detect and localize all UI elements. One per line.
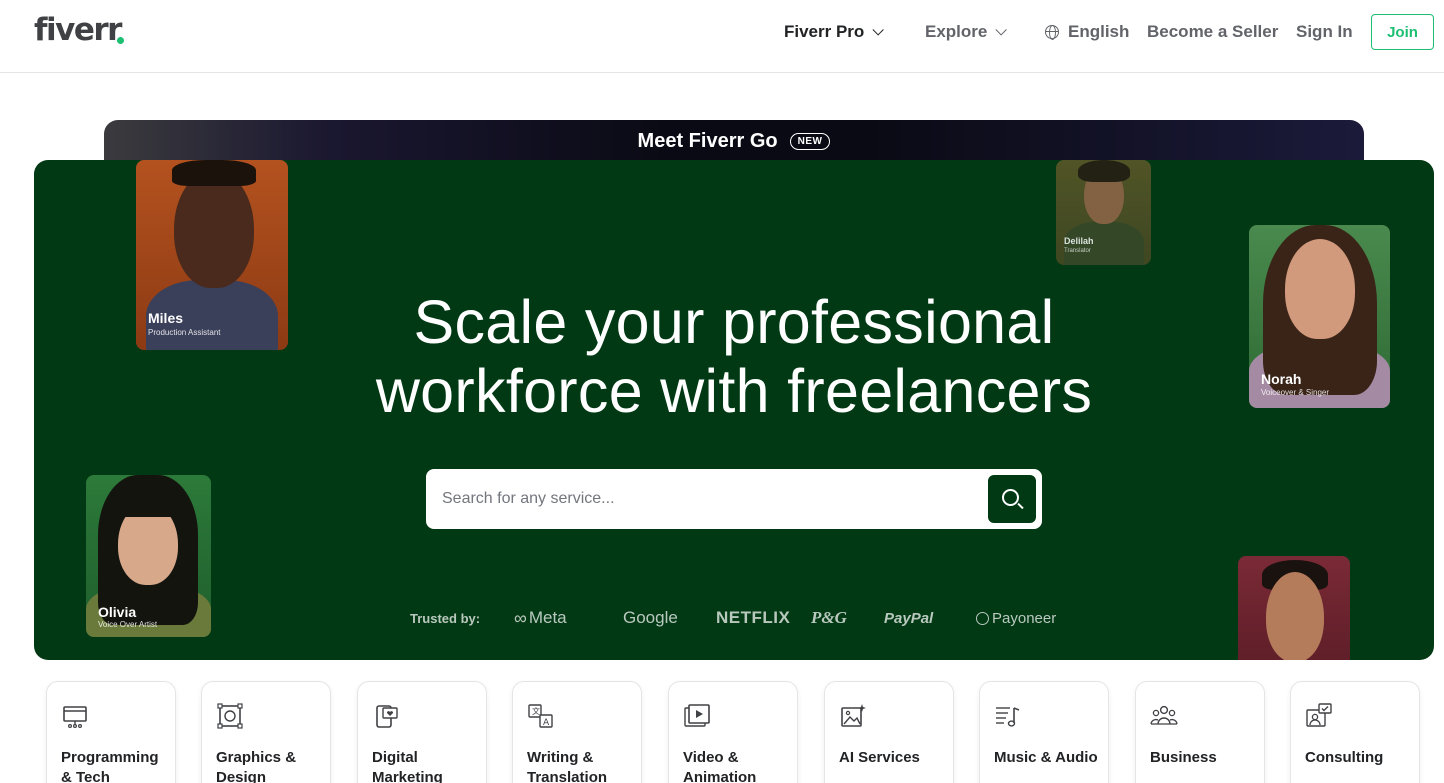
nav-sign-in[interactable]: Sign In xyxy=(1296,21,1353,43)
brand-google-label: Google xyxy=(623,608,678,627)
freelancer-role: Translator xyxy=(1064,248,1091,254)
search-input[interactable] xyxy=(442,479,962,519)
translate-icon: 文 A xyxy=(528,704,553,728)
nav-language-label: English xyxy=(1068,22,1130,41)
brand-netflix-label: NETFLIX xyxy=(716,608,791,627)
phone-heart-icon xyxy=(376,705,398,728)
people-group-icon xyxy=(1150,705,1178,725)
person-hair xyxy=(172,160,256,186)
video-play-icon xyxy=(684,704,710,727)
monitor-icon xyxy=(63,706,87,729)
hero-title: Scale your professional workforce with f… xyxy=(34,288,1434,426)
svg-text:A: A xyxy=(543,718,550,728)
category-label: Writing & Translation xyxy=(527,749,608,783)
category-consulting[interactable]: Consulting xyxy=(1290,681,1420,783)
brand-paypal-label: PayPal xyxy=(884,609,934,627)
logo-dot xyxy=(117,37,124,44)
new-badge: NEW xyxy=(789,133,831,150)
search-bar xyxy=(426,469,1042,529)
category-digital-marketing[interactable]: Digital Marketing xyxy=(357,681,487,783)
chevron-down-icon xyxy=(995,24,1008,36)
category-label: AI Services xyxy=(839,749,920,766)
category-video-animation[interactable]: Video & Animation xyxy=(668,681,798,783)
brand-payoneer-label: Payoneer xyxy=(992,609,1057,627)
fiverr-logo[interactable]: fiverr xyxy=(34,12,122,48)
category-programming-tech[interactable]: Programming & Tech xyxy=(46,681,176,783)
category-label: Digital Marketing xyxy=(372,749,443,783)
nav-sign-in-label: Sign In xyxy=(1296,22,1353,41)
ai-image-icon xyxy=(841,704,866,727)
brand-paypal: PayPal xyxy=(884,606,933,630)
person-face xyxy=(1266,572,1324,660)
search-icon xyxy=(1002,489,1019,506)
brand-payoneer: Payoneer xyxy=(976,606,1056,630)
category-music-audio[interactable]: Music & Audio xyxy=(979,681,1109,783)
hero-section: Miles Production Assistant Delilah Trans… xyxy=(34,160,1434,660)
person-bangs xyxy=(112,495,184,517)
category-graphics-design[interactable]: Graphics & Design xyxy=(201,681,331,783)
brand-meta-label: Meta xyxy=(528,608,567,627)
freelancer-card-partial xyxy=(1238,556,1350,660)
brand-pg-label: P&G xyxy=(811,608,847,627)
freelancer-name: Olivia xyxy=(98,604,137,620)
search-button[interactable] xyxy=(988,475,1036,523)
hero-title-line-1: Scale your professional xyxy=(413,288,1055,356)
fiverr-go-content: Meet Fiverr Go NEW xyxy=(104,130,1364,153)
freelancer-name: Delilah xyxy=(1064,236,1094,246)
payoneer-logo-icon xyxy=(976,611,989,625)
chevron-down-icon xyxy=(872,24,885,36)
freelancer-card-olivia: Olivia Voice Over Artist xyxy=(86,475,211,637)
category-label: Business xyxy=(1150,749,1217,766)
fiverr-homepage: fiverr Fiverr Pro Explore English Become… xyxy=(0,0,1444,783)
person-hair xyxy=(1078,160,1130,182)
design-frame-icon xyxy=(217,703,243,729)
trusted-by-label-wrap: Trusted by: xyxy=(410,606,480,630)
top-navbar: fiverr Fiverr Pro Explore English Become… xyxy=(0,0,1444,73)
category-ai-services[interactable]: AI Services xyxy=(824,681,954,783)
nav-language[interactable]: English xyxy=(1045,21,1129,43)
nav-fiverr-pro[interactable]: Fiverr Pro xyxy=(784,21,885,43)
nav-become-seller-label: Become a Seller xyxy=(1147,22,1279,41)
category-writing-translation[interactable]: 文 A Writing & Translation xyxy=(512,681,642,783)
nav-explore-label: Explore xyxy=(925,22,988,41)
svg-text:文: 文 xyxy=(532,706,540,716)
brand-google: Google xyxy=(623,606,678,630)
person-face xyxy=(174,170,254,288)
join-button[interactable]: Join xyxy=(1371,14,1434,50)
category-label: Graphics & Design xyxy=(216,749,297,783)
freelancer-role: Voice Over Artist xyxy=(98,620,158,629)
brand-meta: ∞ Meta xyxy=(514,606,567,630)
freelancer-card-delilah: Delilah Translator xyxy=(1056,160,1151,265)
brand-pg: P&G xyxy=(811,606,847,630)
nav-become-seller[interactable]: Become a Seller xyxy=(1147,21,1278,43)
category-row: Programming & Tech Graphics & Design Dig… xyxy=(46,681,1426,783)
trusted-by-label: Trusted by: xyxy=(410,610,481,626)
category-label: Programming & Tech xyxy=(61,749,159,783)
music-note-icon xyxy=(996,707,1020,727)
nav-fiverr-pro-label: Fiverr Pro xyxy=(784,22,865,41)
meta-logo-icon: ∞ xyxy=(514,607,527,628)
brand-netflix: NETFLIX xyxy=(716,606,790,630)
category-label: Music & Audio xyxy=(994,749,1098,766)
nav-explore[interactable]: Explore xyxy=(925,21,1008,43)
category-label: Consulting xyxy=(1305,749,1384,766)
category-business[interactable]: Business xyxy=(1135,681,1265,783)
consulting-icon xyxy=(1306,703,1332,727)
hero-title-line-2: workforce with freelancers xyxy=(375,357,1093,425)
fiverr-go-text: Meet Fiverr Go xyxy=(637,130,778,152)
globe-icon xyxy=(1045,25,1059,40)
category-label: Video & Animation xyxy=(683,749,757,783)
